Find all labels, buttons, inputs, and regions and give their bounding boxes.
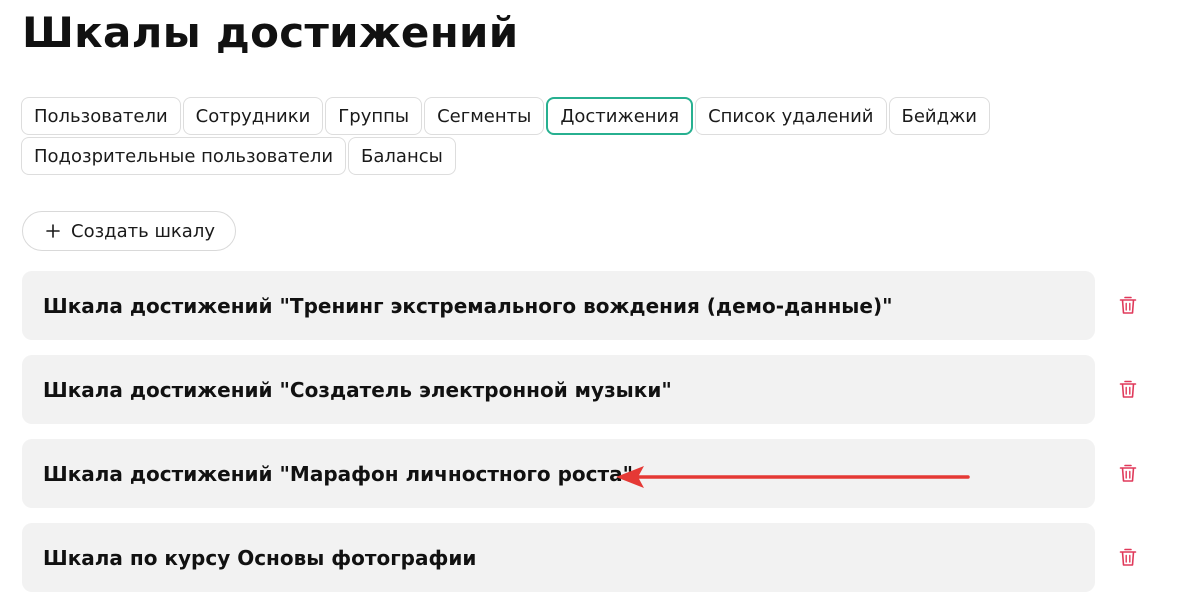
tab-balances[interactable]: Балансы (348, 137, 456, 175)
scale-item-label: Шкала по курсу Основы фотографии (43, 545, 477, 570)
create-scale-label: Создать шкалу (71, 220, 215, 242)
arrow-icon (616, 466, 970, 488)
tab-row-1: Пользователи Сотрудники Группы Сегменты … (21, 97, 1021, 135)
scale-item[interactable]: Шкала по курсу Основы фотографии (22, 523, 1095, 592)
scale-item-label: Шкала достижений "Создатель электронной … (43, 377, 672, 402)
tabs-nav: Пользователи Сотрудники Группы Сегменты … (21, 97, 1021, 177)
tab-deletions[interactable]: Список удалений (695, 97, 887, 135)
tab-employees[interactable]: Сотрудники (182, 97, 324, 135)
scale-item[interactable]: Шкала достижений "Создатель электронной … (22, 355, 1095, 424)
tab-achievements[interactable]: Достижения (546, 97, 694, 135)
scale-item-label: Шкала достижений "Тренинг экстремального… (43, 293, 893, 318)
tab-badges[interactable]: Бейджи (888, 97, 990, 135)
trash-icon[interactable] (1119, 379, 1137, 399)
tab-row-2: Подозрительные пользователи Балансы (21, 137, 1021, 175)
create-scale-button[interactable]: Создать шкалу (22, 211, 236, 251)
scale-item[interactable]: Шкала достижений "Тренинг экстремального… (22, 271, 1095, 340)
page-title: Шкалы достижений (22, 8, 519, 57)
trash-icon[interactable] (1119, 547, 1137, 567)
page: Шкалы достижений Пользователи Сотрудники… (0, 0, 1177, 599)
tab-users[interactable]: Пользователи (21, 97, 181, 135)
plus-icon (46, 224, 60, 238)
scale-item-label: Шкала достижений "Марафон личностного ро… (43, 461, 634, 486)
tab-segments[interactable]: Сегменты (424, 97, 545, 135)
trash-icon[interactable] (1119, 463, 1137, 483)
tab-suspicious[interactable]: Подозрительные пользователи (21, 137, 347, 175)
tab-groups[interactable]: Группы (325, 97, 423, 135)
trash-icon[interactable] (1119, 295, 1137, 315)
